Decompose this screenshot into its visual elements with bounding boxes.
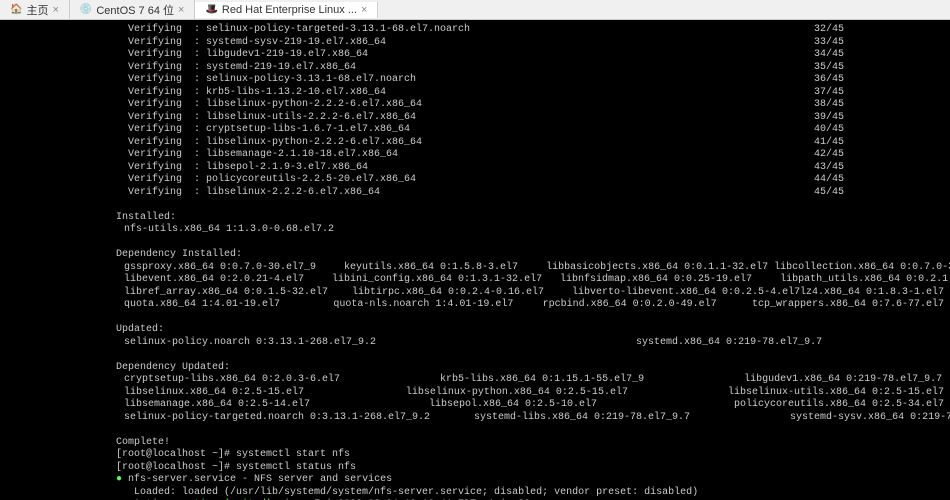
service-header: ● nfs-server.service - NFS server and se… [6, 474, 944, 487]
prompt-line: [root@localhost ~]# systemctl start nfs [6, 449, 944, 462]
home-icon: 🏠 [10, 4, 22, 15]
verify-row: Verifying : libselinux-2.2.2-6.el7.x86_6… [6, 187, 944, 200]
installed-header: Installed: [6, 212, 944, 225]
dep-updated-header: Dependency Updated: [6, 362, 944, 375]
verify-row: Verifying : libsemanage-2.1.10-18.el7.x8… [6, 149, 944, 162]
tab-label: CentOS 7 64 位 [96, 2, 174, 18]
tab-centos[interactable]: 💿 CentOS 7 64 位 × [70, 0, 196, 20]
status-dot-icon: ● [116, 474, 122, 485]
prompt-line: [root@localhost ~]# systemctl status nfs [6, 462, 944, 475]
verify-row: Verifying : libsepol-2.1.9-3.el7.x86_644… [6, 162, 944, 175]
close-icon[interactable]: × [52, 4, 58, 16]
verify-row: Verifying : libselinux-utils-2.2.2-6.el7… [6, 112, 944, 125]
tab-label: 主页 [26, 2, 48, 18]
close-icon[interactable]: × [178, 4, 184, 16]
dep-row: libsemanage.x86_64 0:2.5-14.el7libsepol.… [6, 399, 944, 412]
dep-row: libselinux.x86_64 0:2.5-15.el7libselinux… [6, 387, 944, 400]
tab-home[interactable]: 🏠 主页 × [0, 0, 70, 20]
dep-row: cryptsetup-libs.x86_64 0:2.0.3-6.el7krb5… [6, 374, 944, 387]
installed-pkg: nfs-utils.x86_64 1:1.3.0-0.68.el7.2 [6, 224, 944, 237]
terminal[interactable]: Verifying : selinux-policy-targeted-3.13… [0, 20, 950, 500]
dep-row: libref_array.x86_64 0:0.1.5-32.el7libtir… [6, 287, 944, 300]
verify-row: Verifying : krb5-libs-1.13.2-10.el7.x86_… [6, 87, 944, 100]
dep-installed-header: Dependency Installed: [6, 249, 944, 262]
verify-row: Verifying : libgudev1-219-19.el7.x86_643… [6, 49, 944, 62]
close-icon[interactable]: × [361, 4, 367, 16]
verify-row: Verifying : selinux-policy-3.13.1-68.el7… [6, 74, 944, 87]
updated-header: Updated: [6, 324, 944, 337]
verify-row: Verifying : systemd-219-19.el7.x86_6435/… [6, 62, 944, 75]
verify-row: Verifying : libselinux-python-2.2.2-6.el… [6, 137, 944, 150]
verify-row: Verifying : systemd-sysv-219-19.el7.x86_… [6, 37, 944, 50]
dep-row: quota.x86_64 1:4.01-19.el7quota-nls.noar… [6, 299, 944, 312]
dep-row: gssproxy.x86_64 0:0.7.0-30.el7_9keyutils… [6, 262, 944, 275]
verify-row: Verifying : policycoreutils-2.2.5-20.el7… [6, 174, 944, 187]
verify-row: Verifying : selinux-policy-targeted-3.13… [6, 24, 944, 37]
verify-row: Verifying : libselinux-python-2.2.2-6.el… [6, 99, 944, 112]
hat-icon: 🎩 [205, 4, 217, 15]
service-loaded: Loaded: loaded (/usr/lib/systemd/system/… [6, 487, 944, 500]
tab-bar: 🏠 主页 × 💿 CentOS 7 64 位 × 🎩 Red Hat Enter… [0, 0, 950, 20]
dep-row: selinux-policy-targeted.noarch 0:3.13.1-… [6, 412, 944, 425]
disc-icon: 💿 [80, 4, 92, 15]
verify-row: Verifying : cryptsetup-libs-1.6.7-1.el7.… [6, 124, 944, 137]
dep-row: libevent.x86_64 0:2.0.21-4.el7libini_con… [6, 274, 944, 287]
complete-msg: Complete! [6, 437, 944, 450]
tab-rhel[interactable]: 🎩 Red Hat Enterprise Linux ... × [195, 2, 378, 18]
updated-row: selinux-policy.noarch 0:3.13.1-268.el7_9… [6, 337, 944, 350]
tab-label: Red Hat Enterprise Linux ... [222, 4, 357, 16]
